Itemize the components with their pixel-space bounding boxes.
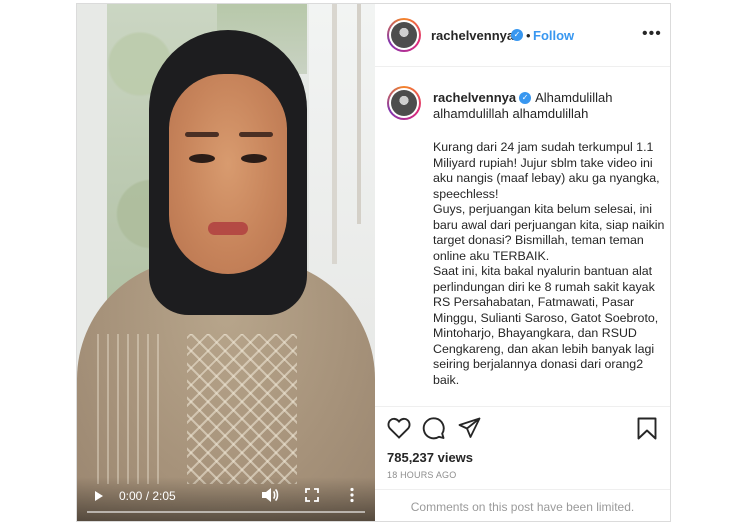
share-icon[interactable] [458,417,481,439]
separator-dot: • [526,28,531,43]
caption-area: rachelvennya ✓ Alhamdulillah alhamdulillah… [375,68,670,406]
view-count[interactable]: 785,237 views [387,450,473,465]
comment-icon[interactable] [422,417,445,440]
dress-pattern [97,334,167,484]
person-eyebrow [185,132,219,137]
follow-button[interactable]: Follow [533,28,574,43]
avatar[interactable] [387,18,421,52]
post-timestamp[interactable]: 18 HOURS AGO [387,470,456,480]
caption-username[interactable]: rachelvennya [433,90,516,105]
verified-icon: ✓ [511,29,523,41]
post-actions: 785,237 views 18 HOURS AGO Comments on t… [375,406,670,524]
caption-paragraph: Saat ini, kita bakal nyalurin bantuan al… [433,264,659,387]
instagram-post: 0:00 / 2:05 rachelvennya ✓ • Follow ••• [76,3,671,522]
play-icon[interactable] [95,491,103,501]
bookmark-icon[interactable] [637,417,657,440]
post-header: rachelvennya ✓ • Follow ••• [375,4,670,67]
header-username[interactable]: rachelvennya [431,28,514,43]
person-face [169,74,287,274]
caption-paragraph: Guys, perjuangan kita belum selesai, ini… [433,202,665,263]
window-frame [357,4,361,224]
more-vertical-icon[interactable] [349,487,355,503]
more-options-icon[interactable]: ••• [642,26,662,42]
profile-picture [391,22,417,48]
person-lips [208,222,248,235]
person-eye [241,154,267,163]
caption-body: Kurang dari 24 jam sudah terkumpul 1.1 M… [433,140,665,388]
window-frame [332,4,337,264]
comments-limited-notice: Comments on this post have been limited. [375,489,670,524]
video-controls: 0:00 / 2:05 [77,477,375,521]
profile-picture [391,90,417,116]
video-progress-bar[interactable] [87,511,365,513]
heart-icon[interactable] [387,417,411,439]
caption-header: rachelvennya ✓ Alhamdulillah alhamdulillah… [433,90,665,121]
avatar[interactable] [387,86,421,120]
fullscreen-icon[interactable] [305,488,319,502]
video-time: 0:00 / 2:05 [119,489,176,503]
post-side-panel: rachelvennya ✓ • Follow ••• rachelvennya… [375,4,670,521]
dress-pattern [187,334,297,484]
person-eyebrow [239,132,273,137]
volume-icon[interactable] [261,487,279,503]
person-eye [189,154,215,163]
video-player[interactable]: 0:00 / 2:05 [77,4,375,521]
caption-paragraph: Kurang dari 24 jam sudah terkumpul 1.1 M… [433,140,660,201]
verified-icon: ✓ [519,91,532,104]
